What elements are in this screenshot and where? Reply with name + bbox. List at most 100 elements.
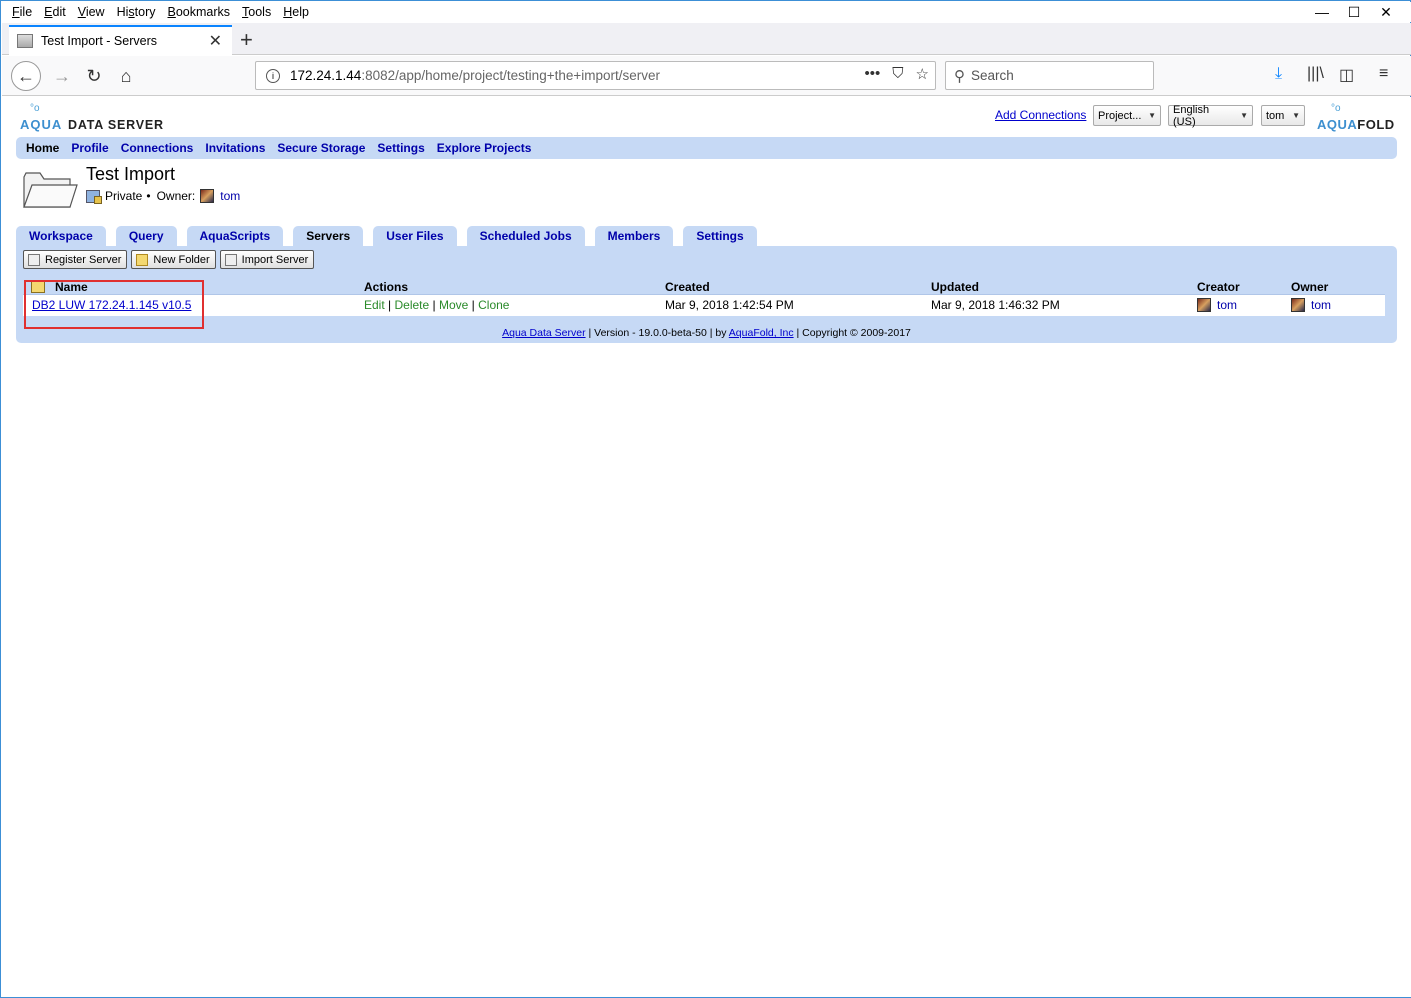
nav-home[interactable]: Home [26, 141, 59, 155]
menu-view[interactable]: View [78, 5, 105, 19]
tab-user-files[interactable]: User Files [373, 226, 457, 246]
home-icon[interactable]: ⌂ [111, 61, 141, 91]
col-updated[interactable]: Updated [931, 280, 979, 294]
aquafold-link[interactable]: AquaFold, Inc [729, 327, 794, 339]
tab-query[interactable]: Query [115, 226, 177, 246]
library-icon[interactable]: |||\ [1307, 65, 1324, 83]
creator-link[interactable]: tom [1217, 298, 1237, 312]
site-info-icon[interactable]: i [266, 68, 280, 83]
servers-panel: Register Server New Folder Import Server… [16, 246, 1397, 343]
clone-link[interactable]: Clone [478, 298, 509, 312]
move-link[interactable]: Move [439, 298, 468, 312]
menu-bookmarks[interactable]: Bookmarks [168, 5, 231, 19]
menu-history[interactable]: History [117, 5, 156, 19]
owner-link[interactable]: tom [220, 189, 240, 203]
new-tab-icon[interactable]: + [240, 27, 253, 53]
project-select-value: Project... [1098, 109, 1142, 122]
nav-settings[interactable]: Settings [377, 141, 424, 155]
navigation-toolbar: ← → ↻ ⌂ i 172.24.1.44:8082/app/home/proj… [2, 56, 1411, 96]
import-server-icon [224, 253, 237, 266]
meta-separator: • [146, 189, 151, 203]
edit-link[interactable]: Edit [364, 298, 385, 312]
nav-explore-projects[interactable]: Explore Projects [437, 141, 532, 155]
downloads-icon[interactable]: ⤓ [1275, 65, 1282, 83]
tab-workspace[interactable]: Workspace [16, 226, 106, 246]
project-tabs: Workspace Query AquaScripts Servers User… [16, 226, 767, 246]
nav-connections[interactable]: Connections [121, 141, 194, 155]
owner-link[interactable]: tom [1311, 298, 1331, 312]
register-server-label: Register Server [45, 253, 122, 266]
chevron-down-icon: ▼ [1240, 111, 1248, 120]
language-select[interactable]: English (US) ▼ [1168, 103, 1253, 128]
menu-help[interactable]: Help [283, 5, 309, 19]
page-footer: Aqua Data Server | Version - 19.0.0-beta… [16, 327, 1397, 339]
aqua-data-server-link[interactable]: Aqua Data Server [502, 327, 585, 339]
owner-label: Owner: [156, 189, 196, 203]
search-icon: ⚲ [954, 67, 965, 85]
close-window-button[interactable]: ✕ [1371, 1, 1401, 23]
back-arrow-icon[interactable]: ← [11, 61, 41, 91]
creator-avatar [1197, 298, 1211, 312]
owner-avatar [200, 189, 215, 203]
nav-invitations[interactable]: Invitations [205, 141, 265, 155]
import-server-label: Import Server [241, 253, 309, 266]
tab-strip: Test Import - Servers ✕ + [2, 23, 1411, 55]
project-meta: Private • Owner: tom [86, 189, 240, 204]
main-nav: Home Profile Connections Invitations Sec… [16, 137, 1397, 159]
user-select[interactable]: tom ▼ [1261, 105, 1305, 126]
project-visibility: Private [105, 189, 143, 203]
row-actions: Edit | Delete | Move | Clone [364, 298, 510, 312]
tab-servers[interactable]: Servers [293, 226, 364, 246]
nav-profile[interactable]: Profile [71, 141, 108, 155]
address-bar[interactable]: i 172.24.1.44:8082/app/home/project/test… [255, 61, 936, 90]
search-input[interactable]: ⚲ Search [945, 61, 1154, 90]
import-server-button[interactable]: Import Server [219, 250, 315, 269]
footer-version: | Version - 19.0.0-beta-50 | by [585, 327, 729, 339]
new-folder-label: New Folder [153, 253, 210, 266]
logo-aqua-text: AQUA [1317, 117, 1358, 132]
new-folder-button[interactable]: New Folder [131, 250, 216, 269]
menu-file[interactable]: File [12, 5, 32, 19]
tab-aquascripts[interactable]: AquaScripts [186, 226, 284, 246]
forward-arrow-icon[interactable]: → [47, 61, 77, 91]
pocket-icon[interactable]: ⛉ [892, 65, 903, 83]
bookmark-star-icon[interactable]: ☆ [916, 65, 929, 83]
add-connections-link[interactable]: Add Connections [995, 108, 1086, 122]
col-actions: Actions [364, 280, 409, 294]
footer-copyright: | Copyright © 2009-2017 [793, 327, 911, 339]
minimize-button[interactable]: — [1307, 1, 1337, 23]
browser-tab[interactable]: Test Import - Servers ✕ [9, 25, 232, 55]
chevron-down-icon: ▼ [1148, 111, 1156, 120]
col-owner[interactable]: Owner [1291, 280, 1328, 294]
menu-bar: File Edit View History Bookmarks Tools H… [2, 2, 1411, 22]
tab-scheduled-jobs[interactable]: Scheduled Jobs [466, 226, 585, 246]
close-tab-icon[interactable]: ✕ [209, 31, 222, 51]
servers-toolbar: Register Server New Folder Import Server [23, 250, 315, 269]
project-select[interactable]: Project... ▼ [1093, 105, 1161, 126]
col-created[interactable]: Created [665, 280, 710, 294]
tab-title: Test Import - Servers [41, 34, 157, 48]
menu-edit[interactable]: Edit [44, 5, 66, 19]
creator-cell: tom [1197, 298, 1237, 312]
maximize-button[interactable]: ☐ [1339, 1, 1369, 23]
menu-tools[interactable]: Tools [242, 5, 271, 19]
hamburger-menu-icon[interactable]: ≡ [1379, 65, 1388, 83]
register-server-button[interactable]: Register Server [23, 250, 128, 269]
folder-icon [23, 172, 78, 208]
page-actions-icon[interactable]: ••• [865, 65, 881, 83]
owner-cell: tom [1291, 298, 1331, 312]
logo-data-server-text: DATA SERVER [68, 118, 164, 132]
delete-link[interactable]: Delete [394, 298, 429, 312]
bubbles-icon: °o [1331, 103, 1341, 114]
tab-settings[interactable]: Settings [683, 226, 757, 246]
nav-secure-storage[interactable]: Secure Storage [277, 141, 365, 155]
reload-icon[interactable]: ↻ [79, 61, 109, 91]
register-server-icon [28, 253, 40, 266]
language-select-value: English (US) [1173, 103, 1210, 128]
tab-members[interactable]: Members [594, 226, 674, 246]
private-lock-icon [86, 189, 102, 204]
user-select-value: tom [1266, 109, 1285, 122]
created-value: Mar 9, 2018 1:42:54 PM [665, 298, 794, 312]
col-creator[interactable]: Creator [1197, 280, 1240, 294]
sidebar-icon[interactable]: ◫ [1339, 65, 1354, 85]
